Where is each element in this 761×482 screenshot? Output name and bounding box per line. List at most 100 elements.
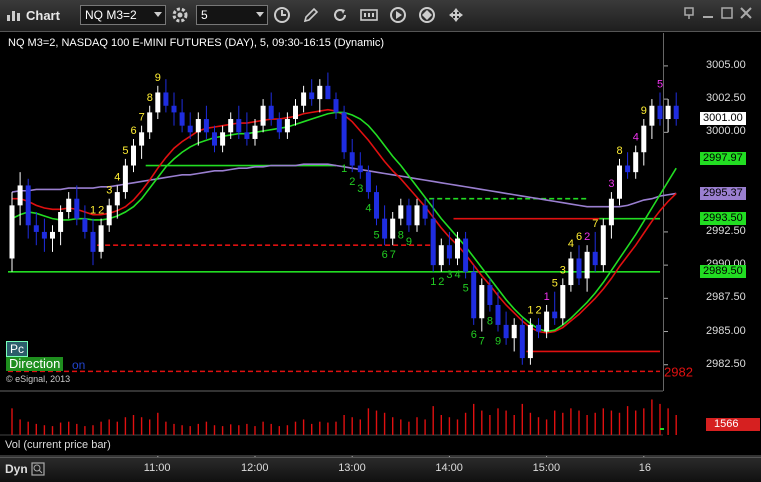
candle-body[interactable] [665, 105, 671, 120]
x-tick-label: 14:00 [435, 462, 463, 474]
candle-body[interactable] [90, 231, 96, 252]
candle-body[interactable] [592, 251, 598, 266]
candle-body[interactable] [228, 119, 234, 133]
candle-body[interactable] [82, 218, 88, 232]
candle-body[interactable] [584, 251, 590, 279]
candle-body[interactable] [309, 92, 315, 100]
candle-body[interactable] [284, 119, 290, 133]
candle-body[interactable] [422, 205, 428, 219]
candle-body[interactable] [357, 165, 363, 173]
candle-body[interactable] [301, 92, 307, 106]
candle-body[interactable] [382, 218, 388, 239]
candle-body[interactable] [25, 185, 31, 226]
candle-body[interactable] [50, 231, 55, 239]
candle-body[interactable] [633, 152, 639, 173]
candle-body[interactable] [155, 92, 161, 113]
candle-body[interactable] [195, 119, 201, 133]
candle-body[interactable] [608, 198, 614, 226]
candle-body[interactable] [163, 92, 169, 106]
candle-body[interactable] [673, 105, 679, 120]
candle-body[interactable] [544, 311, 550, 332]
candle-body[interactable] [617, 165, 622, 199]
candle-body[interactable] [187, 125, 193, 133]
count-label: 9 [641, 105, 647, 117]
candle-body[interactable] [390, 218, 396, 239]
candle-body[interactable] [244, 132, 250, 139]
candle-body[interactable] [471, 271, 477, 319]
candle-body[interactable] [641, 125, 647, 153]
candle-body[interactable] [220, 132, 226, 146]
candle-body[interactable] [147, 112, 153, 133]
count-label: 8 [617, 145, 623, 157]
candle-body[interactable] [341, 112, 347, 153]
candle-body[interactable] [333, 99, 339, 113]
candle-body[interactable] [625, 165, 631, 173]
x-tick-label: 12:00 [241, 462, 269, 474]
candle-body[interactable] [17, 185, 23, 206]
candle-body[interactable] [106, 205, 112, 226]
candle-body[interactable] [171, 105, 177, 113]
candle-body[interactable] [600, 225, 606, 266]
candle-body[interactable] [552, 311, 558, 319]
candle-body[interactable] [503, 324, 509, 339]
price-tag: 2997.97 [700, 152, 746, 166]
count-label: 4 [365, 203, 371, 215]
candle-body[interactable] [212, 132, 217, 146]
candle-body[interactable] [479, 285, 485, 319]
y-tick-label: 2982.50 [706, 357, 746, 370]
count-label: 3 [357, 183, 363, 195]
count-label: 4 [633, 132, 639, 144]
y-tick-label: 3005.00 [706, 58, 746, 71]
candle-body[interactable] [349, 152, 355, 166]
candle-body[interactable] [414, 205, 420, 226]
candle-body[interactable] [66, 198, 72, 212]
price-tag: 2995.37 [700, 186, 746, 200]
candle-body[interactable] [430, 218, 436, 266]
candle-body[interactable] [293, 105, 298, 120]
candle-body[interactable] [560, 285, 566, 319]
count-label: 3 [560, 264, 566, 276]
candle-body[interactable] [568, 258, 574, 286]
candle-body[interactable] [98, 225, 104, 252]
candle-body[interactable] [649, 105, 655, 126]
candle-body[interactable] [9, 205, 15, 259]
candle-body[interactable] [268, 105, 274, 120]
candle-body[interactable] [406, 205, 412, 226]
candle-body[interactable] [139, 132, 145, 146]
candle-body[interactable] [446, 245, 452, 259]
candle-body[interactable] [276, 119, 282, 133]
candle-body[interactable] [463, 238, 469, 272]
candle-body[interactable] [536, 324, 541, 332]
candle-body[interactable] [325, 85, 331, 100]
candle-body[interactable] [33, 225, 39, 232]
candle-body[interactable] [657, 105, 663, 120]
candle-body[interactable] [131, 145, 136, 166]
candle-body[interactable] [527, 324, 533, 359]
candle-body[interactable] [260, 105, 266, 126]
candle-body[interactable] [576, 258, 582, 279]
candle-body[interactable] [487, 285, 493, 305]
candle-body[interactable] [374, 192, 379, 219]
candle-body[interactable] [114, 192, 120, 206]
candle-body[interactable] [398, 205, 404, 219]
candle-body[interactable] [179, 112, 185, 126]
candle-body[interactable] [252, 125, 258, 139]
candle-body[interactable] [74, 198, 80, 219]
candle-body[interactable] [455, 238, 460, 259]
candle-body[interactable] [58, 212, 64, 232]
candle-body[interactable] [236, 119, 242, 133]
count-label: 5 [374, 229, 380, 241]
count-label: 6 [471, 329, 477, 341]
price-chart[interactable]: 29821 23456789123456 7891 23 4567891 215346 27… [0, 0, 761, 481]
candle-body[interactable] [519, 324, 525, 359]
candle-body[interactable] [203, 119, 209, 133]
candle-body[interactable] [511, 324, 517, 339]
candle-body[interactable] [365, 172, 371, 193]
candle-body[interactable] [495, 304, 501, 325]
zoom-icon[interactable] [31, 462, 45, 476]
candle-body[interactable] [438, 245, 444, 266]
x-tick-label: 16 [638, 462, 652, 474]
candle-body[interactable] [317, 85, 323, 100]
candle-body[interactable] [122, 165, 128, 193]
candle-body[interactable] [41, 231, 47, 239]
